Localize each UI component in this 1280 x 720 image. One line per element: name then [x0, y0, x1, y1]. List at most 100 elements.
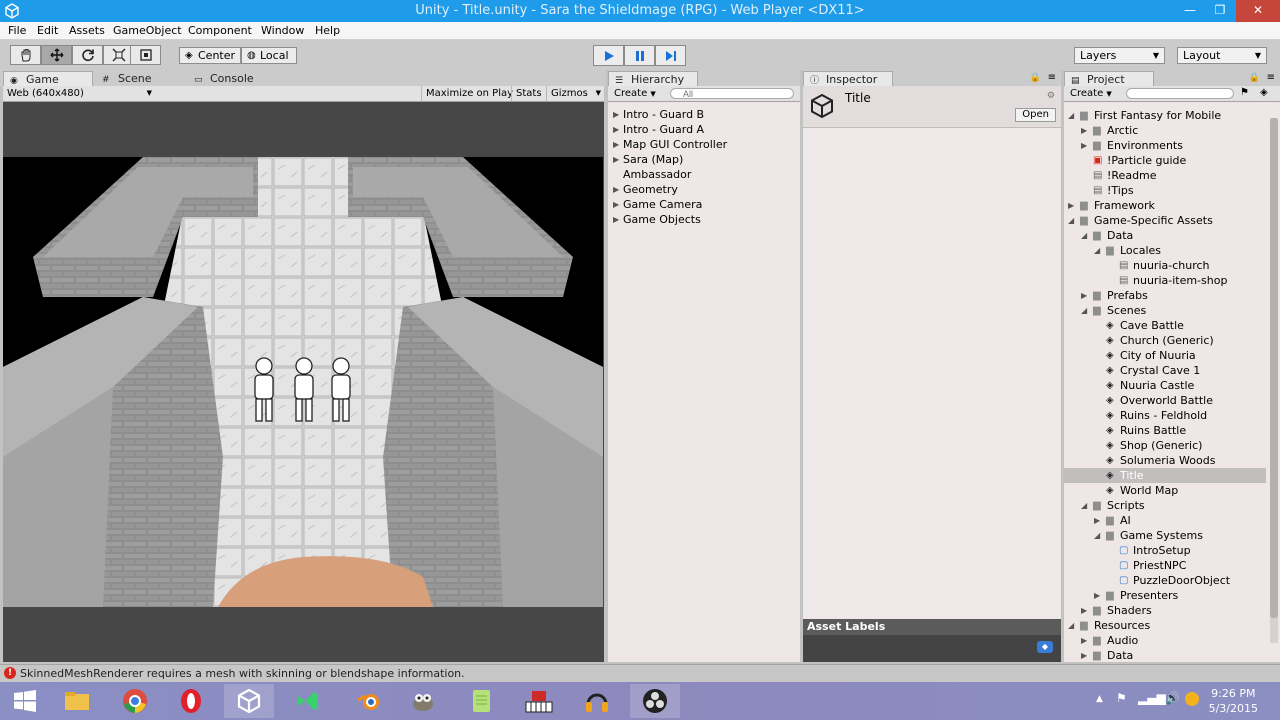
maximize-button[interactable]: ❐ — [1206, 0, 1234, 22]
panel-menu-icon[interactable]: ≡ — [1267, 72, 1275, 83]
status-bar[interactable]: ! SkinnedMeshRenderer requires a mesh wi… — [0, 664, 1280, 682]
project-tree-item[interactable]: ◈ Crystal Cave 1 — [1064, 363, 1266, 378]
blender-icon[interactable] — [344, 684, 394, 718]
hierarchy-item[interactable]: ▶ Intro - Guard B — [612, 107, 796, 122]
action-center-flag-icon[interactable]: ⚑ — [1116, 691, 1127, 705]
resolution-dropdown[interactable]: Web (640x480) ▼ — [3, 86, 155, 101]
expand-arrow-icon[interactable]: ▶ — [613, 152, 619, 167]
project-tree-item[interactable]: ▶ ▆ Prefabs — [1064, 288, 1266, 303]
collapse-arrow-icon[interactable]: ◢ — [1081, 498, 1087, 513]
obs-icon[interactable] — [630, 684, 680, 718]
project-scrollbar-thumb[interactable] — [1270, 118, 1278, 618]
expand-arrow-icon[interactable]: ▶ — [613, 197, 619, 212]
tray-app-icon[interactable] — [1185, 692, 1199, 706]
tab-inspector[interactable]: ⓘ Inspector — [803, 71, 893, 87]
project-tree-item[interactable]: ▶ ▆ Arctic — [1064, 123, 1266, 138]
expand-arrow-icon[interactable]: ▶ — [1094, 513, 1100, 528]
expand-arrow-icon[interactable]: ▶ — [1081, 633, 1087, 648]
lock-icon[interactable]: 🔒 — [1249, 73, 1260, 83]
windows-start-icon[interactable] — [0, 684, 50, 718]
rotate-tool-button[interactable] — [72, 45, 103, 65]
project-tree-item[interactable]: ▶ ▆ Environments — [1064, 138, 1266, 153]
audio-headphones-icon[interactable] — [572, 684, 622, 718]
collapse-arrow-icon[interactable]: ◢ — [1094, 528, 1100, 543]
project-tree-item[interactable]: ◢ ▆ Locales — [1064, 243, 1266, 258]
project-tree-item[interactable]: ▶ ▆ Data — [1064, 648, 1266, 662]
project-tree-item[interactable]: ▤ !Readme — [1064, 168, 1266, 183]
taskbar-clock[interactable]: 9:26 PM 5/3/2015 — [1209, 686, 1258, 716]
expand-arrow-icon[interactable]: ▶ — [1081, 123, 1087, 138]
project-tree-item[interactable]: ▢ PuzzleDoorObject — [1064, 573, 1266, 588]
stats-toggle[interactable]: Stats — [511, 86, 546, 101]
game-view[interactable] — [3, 102, 604, 662]
expand-arrow-icon[interactable]: ▶ — [613, 212, 619, 227]
notepad-icon[interactable] — [456, 684, 506, 718]
collapse-arrow-icon[interactable]: ◢ — [1068, 618, 1074, 633]
opera-icon[interactable] — [166, 684, 216, 718]
menu-file[interactable]: File — [8, 24, 26, 37]
project-tree-item[interactable]: ▶ ▆ Framework — [1064, 198, 1266, 213]
project-tree-item[interactable]: ◈ World Map — [1064, 483, 1266, 498]
maximize-on-play-toggle[interactable]: Maximize on Play — [421, 86, 517, 101]
pivot-local-button[interactable]: ◍ Local — [241, 47, 297, 64]
menu-gameobject[interactable]: GameObject — [113, 24, 182, 37]
collapse-arrow-icon[interactable]: ◢ — [1068, 108, 1074, 123]
tab-game[interactable]: ◉ Game — [3, 71, 93, 87]
project-tree-item[interactable]: ◈ Church (Generic) — [1064, 333, 1266, 348]
layout-dropdown[interactable]: Layout ▼ — [1177, 47, 1267, 64]
project-tree-item[interactable]: ◢ ▆ Scenes — [1064, 303, 1266, 318]
project-tree-item[interactable]: ◢ ▆ Data — [1064, 228, 1266, 243]
project-tree-item[interactable]: ▤ nuuria-item-shop — [1064, 273, 1266, 288]
step-button[interactable] — [655, 45, 686, 66]
layers-dropdown[interactable]: Layers ▼ — [1074, 47, 1165, 64]
gear-icon[interactable]: ⚙ — [1047, 91, 1055, 101]
open-button[interactable]: Open — [1015, 108, 1056, 122]
hierarchy-item[interactable]: Ambassador — [612, 167, 796, 182]
menu-component[interactable]: Component — [188, 24, 252, 37]
project-tree-item[interactable]: ▶ ▆ Presenters — [1064, 588, 1266, 603]
game-render-canvas[interactable] — [3, 157, 603, 607]
rect-tool-button[interactable] — [130, 45, 161, 65]
move-tool-button[interactable] — [41, 45, 72, 65]
pause-button[interactable] — [624, 45, 655, 66]
expand-arrow-icon[interactable]: ▶ — [1081, 603, 1087, 618]
collapse-arrow-icon[interactable]: ◢ — [1094, 243, 1100, 258]
piano-icon[interactable] — [514, 684, 564, 718]
unity-icon[interactable] — [224, 684, 274, 718]
close-button[interactable]: ✕ — [1236, 0, 1280, 22]
project-tree-item[interactable]: ◈ Solumeria Woods — [1064, 453, 1266, 468]
pivot-center-button[interactable]: ◈ Center — [179, 47, 241, 64]
expand-arrow-icon[interactable]: ▶ — [613, 137, 619, 152]
project-tree-item[interactable]: ◢ ▆ Scripts — [1064, 498, 1266, 513]
expand-arrow-icon[interactable]: ▶ — [613, 122, 619, 137]
expand-arrow-icon[interactable]: ▶ — [1068, 198, 1074, 213]
project-tree-item[interactable]: ▢ IntroSetup — [1064, 543, 1266, 558]
expand-arrow-icon[interactable]: ▶ — [613, 107, 619, 122]
project-tree-item[interactable]: ◈ Title — [1064, 468, 1266, 483]
project-tree-item[interactable]: ◈ Ruins - Feldhold — [1064, 408, 1266, 423]
collapse-arrow-icon[interactable]: ◢ — [1081, 303, 1087, 318]
project-tree-item[interactable]: ◈ Nuuria Castle — [1064, 378, 1266, 393]
expand-arrow-icon[interactable]: ▶ — [1081, 648, 1087, 662]
collapse-arrow-icon[interactable]: ◢ — [1081, 228, 1087, 243]
filter-type-icon[interactable]: ⚑ — [1240, 87, 1249, 98]
menu-assets[interactable]: Assets — [69, 24, 105, 37]
project-create-dropdown[interactable]: Create ▼ — [1066, 86, 1116, 101]
project-tree-item[interactable]: ◈ Overworld Battle — [1064, 393, 1266, 408]
play-button[interactable] — [593, 45, 624, 66]
hierarchy-item[interactable]: ▶ Game Camera — [612, 197, 796, 212]
tab-console[interactable]: ▭ Console — [188, 71, 278, 87]
hierarchy-item[interactable]: ▶ Geometry — [612, 182, 796, 197]
menu-window[interactable]: Window — [261, 24, 304, 37]
label-tag-icon[interactable]: ◆ — [1037, 641, 1053, 653]
gimp-icon[interactable] — [398, 684, 448, 718]
hierarchy-item[interactable]: ▶ Intro - Guard A — [612, 122, 796, 137]
chrome-icon[interactable] — [110, 684, 160, 718]
project-tree-item[interactable]: ▤ !Tips — [1064, 183, 1266, 198]
network-icon[interactable]: ▂▄▆ — [1138, 691, 1166, 705]
tab-project[interactable]: ▤ Project — [1064, 71, 1154, 87]
hierarchy-item[interactable]: ▶ Map GUI Controller — [612, 137, 796, 152]
panel-menu-icon[interactable]: ≡ — [1048, 72, 1056, 83]
project-tree-item[interactable]: ▣ !Particle guide — [1064, 153, 1266, 168]
expand-arrow-icon[interactable]: ▶ — [613, 182, 619, 197]
